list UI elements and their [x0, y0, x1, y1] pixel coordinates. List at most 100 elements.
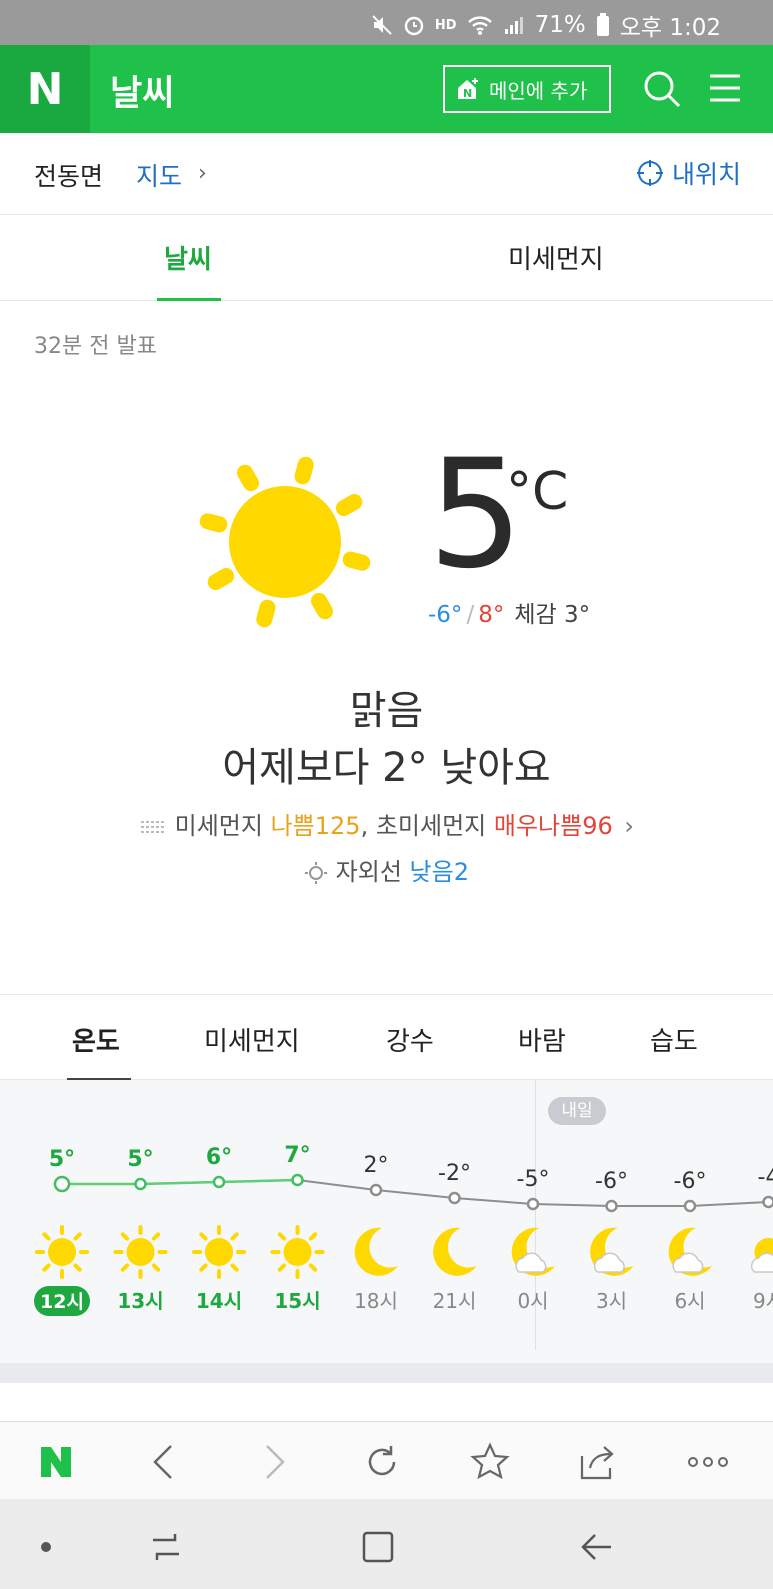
share-button[interactable]: [576, 1440, 620, 1484]
temperature-point: [53, 1175, 71, 1193]
tab-weather[interactable]: 날씨: [164, 239, 212, 276]
back-button[interactable]: [142, 1440, 186, 1484]
feels-like: 체감 3°: [514, 602, 591, 628]
weather-condition: 맑음: [349, 688, 424, 734]
temperature-point: [212, 1175, 226, 1189]
sun-ray: [294, 456, 314, 485]
signal-icon: [504, 17, 523, 34]
naver-n-icon: [41, 1447, 71, 1477]
more-icon: [688, 1457, 728, 1467]
temperature-label: -6°: [595, 1169, 628, 1194]
recent-apps-button[interactable]: [146, 1527, 186, 1567]
dot-indicator: [26, 1527, 66, 1567]
fine-dust-value: 매우나쁨96: [493, 812, 613, 840]
min-max-temperature: -6°/8° 체감 3°: [428, 602, 591, 628]
share-icon: [580, 1446, 614, 1480]
sun-icon: [35, 1225, 89, 1279]
hour-label: 6시: [674, 1289, 705, 1313]
temperature-point: [448, 1191, 461, 1205]
clock: 오후 1:02: [619, 15, 721, 41]
naver-logo[interactable]: N: [0, 45, 90, 133]
moon-cloud-icon: [668, 1227, 712, 1276]
system-back-button[interactable]: [576, 1527, 616, 1567]
dust-icon: [140, 821, 165, 833]
moon-icon: [433, 1227, 477, 1276]
sun-icon: [199, 456, 371, 628]
more-button[interactable]: [686, 1440, 730, 1484]
temperature-unit: °C: [506, 462, 569, 522]
dust-label: 미세먼지: [174, 812, 263, 840]
hour-label: 9시: [753, 1289, 773, 1313]
uv-label: 자외선: [335, 858, 402, 886]
search-icon[interactable]: [640, 67, 684, 111]
temperature-point: [683, 1199, 697, 1213]
hour-label: 12시: [40, 1291, 84, 1313]
forecast-tabs: 온도 미세먼지 강수 바람 습도: [0, 994, 773, 1081]
tab-fine-dust[interactable]: 미세먼지: [508, 239, 604, 276]
star-icon: [470, 1442, 510, 1480]
dot-icon: [41, 1542, 51, 1552]
map-link[interactable]: 지도: [136, 157, 182, 193]
tab-wind[interactable]: 바람: [518, 1021, 566, 1058]
temperature-point: [134, 1177, 147, 1191]
dust-summary[interactable]: 미세먼지 나쁨125, 초미세먼지 매우나쁨96 ›: [0, 806, 773, 841]
sun-ray: [199, 513, 228, 533]
chevron-left-icon: [153, 1445, 172, 1479]
hour-label: 21시: [433, 1289, 477, 1313]
naver-home-button[interactable]: [34, 1440, 78, 1484]
add-to-main-button[interactable]: N 메인에 추가: [443, 65, 611, 113]
temperature-point: [369, 1183, 383, 1197]
main-tabs: 날씨 미세먼지: [0, 215, 773, 301]
sun-cloud-icon: [750, 1238, 773, 1273]
alarm-icon: [404, 16, 424, 36]
page-title: 날씨: [110, 74, 175, 114]
back-arrow-icon: [581, 1534, 611, 1560]
moon-cloud-icon: [511, 1227, 555, 1276]
refresh-button[interactable]: [360, 1440, 404, 1484]
hour-label: 15시: [274, 1289, 320, 1313]
system-nav-bar: [0, 1499, 773, 1589]
home-add-icon: N: [458, 78, 478, 100]
temperature-label: -6°: [674, 1169, 707, 1194]
home-square-icon: [362, 1531, 394, 1563]
hour-label: 18시: [354, 1289, 398, 1313]
hour-label: 0시: [517, 1289, 548, 1313]
battery-icon: [596, 13, 609, 36]
temperature-point: [526, 1197, 540, 1211]
my-location-button[interactable]: 내위치: [636, 155, 741, 191]
home-button[interactable]: [358, 1527, 398, 1567]
temperature-label: 5°: [127, 1147, 153, 1172]
tab-humidity[interactable]: 습도: [650, 1021, 698, 1058]
announce-time: 32분 전 발표: [34, 334, 157, 359]
hourly-forecast[interactable]: 내일 5° 12시 5° 13시 6° 14시 7° 15시 2° 18시 -2° 21시 -5° 0시 -…: [0, 1080, 773, 1363]
min-temperature: -6°: [428, 602, 463, 628]
forward-button[interactable]: [252, 1440, 296, 1484]
add-to-main-label: 메인에 추가: [489, 78, 588, 103]
temperature-point: [762, 1195, 773, 1209]
location-bar: 전동면 지도 › 내위치: [0, 133, 773, 215]
menu-icon[interactable]: [708, 71, 742, 105]
temperature-label: -2°: [438, 1161, 471, 1186]
tab-temperature[interactable]: 온도: [72, 1021, 120, 1058]
hour-label: 14시: [196, 1289, 242, 1313]
refresh-icon: [368, 1446, 396, 1476]
temperature-label: 6°: [206, 1145, 232, 1170]
hour-label: 3시: [596, 1289, 627, 1313]
app-header: N 날씨 N 메인에 추가: [0, 45, 773, 133]
temperature-label: 7°: [284, 1143, 310, 1168]
uv-sun-icon: [305, 862, 328, 884]
status-bar: HD 71% 오후 1:02: [0, 0, 773, 45]
max-temperature: 8°: [478, 602, 505, 628]
recent-apps-icon: [153, 1534, 179, 1560]
dust-value: 나쁨125: [270, 812, 361, 840]
tab-fine-dust-forecast[interactable]: 미세먼지: [204, 1021, 300, 1058]
battery-percent: 71%: [534, 12, 586, 38]
svg-text:N: N: [463, 87, 472, 100]
yesterday-compare: 어제보다 2° 낮아요: [222, 745, 551, 791]
tab-precipitation[interactable]: 강수: [386, 1021, 434, 1058]
temperature-label: 2°: [364, 1153, 389, 1178]
chevron-right-icon[interactable]: ›: [198, 161, 207, 186]
temperature-label: -4: [758, 1165, 773, 1190]
bookmark-button[interactable]: [468, 1440, 512, 1484]
sun-ray: [311, 592, 333, 620]
